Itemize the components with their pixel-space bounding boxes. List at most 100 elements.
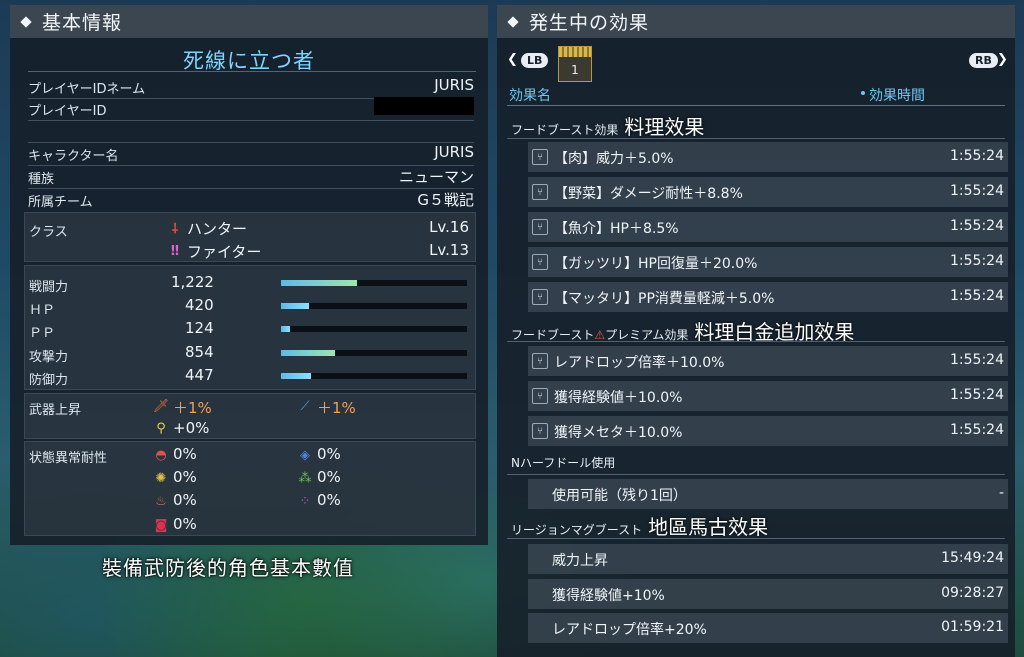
effect-row[interactable]: ⑂ 【肉】威力＋5.0% 1:55:24 xyxy=(528,142,1008,172)
effect-row[interactable]: ⑂ レアドロップ倍率＋10.0% 1:55:24 xyxy=(528,346,1008,376)
food-icon: ⑂ xyxy=(532,423,548,439)
divider xyxy=(507,474,1005,475)
stat-value: 124 xyxy=(185,319,214,337)
player-id-label: プレイヤーID xyxy=(28,104,107,119)
class-block: クラス ⸸ ハンター Lv.16 ‼ ファイター Lv.13 xyxy=(24,212,476,262)
effect-name: 使用可能（残り1回） xyxy=(552,488,687,504)
effect-row[interactable]: ⑂ 【野菜】ダメージ耐性＋8.8% 1:55:24 xyxy=(528,177,1008,207)
resist-value: 0% xyxy=(173,468,197,486)
divider xyxy=(507,138,1005,139)
race-label: 種族 xyxy=(28,172,55,187)
food-icon: ⑂ xyxy=(532,219,548,235)
stat-bar xyxy=(281,280,467,286)
effect-row[interactable]: ⑂ 【ガッツリ】HP回復量＋20.0% 1:55:24 xyxy=(528,247,1008,277)
section-title: フードブースト効果 xyxy=(511,123,619,137)
premium-warning-icon: ⚠ xyxy=(594,328,606,342)
section-title: Nハーフドール使用 xyxy=(511,456,616,470)
rb-button[interactable]: RB xyxy=(969,53,998,68)
effect-name: 【野菜】ダメージ耐性＋8.8% xyxy=(554,186,743,202)
stat-label: ＰＰ xyxy=(29,326,56,341)
effect-row[interactable]: ⑂ 【マッタリ】PP消費量軽減＋5.0% 1:55:24 xyxy=(528,282,1008,312)
weapon-up-melee: ＋1% xyxy=(173,399,212,417)
active-effects-header: 発生中の効果 xyxy=(497,5,1015,38)
section-note: 地區馬古效果 xyxy=(648,515,769,539)
stun-icon: ◙ xyxy=(154,517,168,533)
stat-bar-fill xyxy=(281,303,309,309)
divider xyxy=(507,538,1005,539)
effect-name: 【肉】威力＋5.0% xyxy=(554,151,674,167)
effect-name: 威力上昇 xyxy=(552,553,608,569)
tab-card-stripe xyxy=(559,47,591,57)
stat-bar xyxy=(281,350,467,356)
stat-label: ＨＰ xyxy=(29,303,56,318)
shock-icon: ✺ xyxy=(155,470,167,486)
team-row: 所属チーム G５戦記 xyxy=(28,188,474,210)
effect-time: 15:49:24 xyxy=(941,550,1004,566)
food-icon: ⑂ xyxy=(532,184,548,200)
section-title-suffix: プレミアム効果 xyxy=(605,328,689,342)
poison-icon: ⁂ xyxy=(298,470,312,486)
team-label: 所属チーム xyxy=(28,195,93,210)
effect-time: 1:55:24 xyxy=(950,183,1004,199)
redacted-player-id xyxy=(374,97,474,115)
player-id-name-label: プレイヤーIDネーム xyxy=(28,82,146,97)
divider xyxy=(507,105,1005,106)
race-value: ニューマン xyxy=(398,168,474,186)
resist-value: 0% xyxy=(173,515,197,533)
sub-class-name: ファイター xyxy=(187,243,262,261)
race-row: 種族 ニューマン xyxy=(28,165,474,189)
weapon-up-ranged: ＋1% xyxy=(317,399,356,417)
effect-time: 1:55:24 xyxy=(950,352,1004,368)
hunter-class-icon: ⸸ xyxy=(171,222,179,237)
stat-value: 1,222 xyxy=(171,273,214,291)
virus-icon: ⁘ xyxy=(299,493,311,509)
resist-value: 0% xyxy=(317,491,341,509)
section-title: フードブースト xyxy=(511,328,595,342)
player-id-name-value: JURIS xyxy=(434,76,474,94)
effect-time: 1:55:24 xyxy=(950,387,1004,403)
sword-icon: 🗡 xyxy=(152,398,170,414)
effect-row[interactable]: レアドロップ倍率+20% 01:59:21 xyxy=(528,613,1008,643)
effect-row[interactable]: 獲得経験値+10% 09:28:27 xyxy=(528,579,1008,609)
chevron-left-icon[interactable]: ❮ xyxy=(507,52,518,67)
effect-row[interactable]: 使用可能（残り1回） - xyxy=(528,479,1008,509)
effect-name: 【魚介】HP＋8.5% xyxy=(554,221,679,237)
col-effect-name: 効果名 xyxy=(509,88,551,104)
effect-time: 1:55:24 xyxy=(950,288,1004,304)
effect-time: 1:55:24 xyxy=(950,422,1004,438)
section-title: リージョンマグブースト xyxy=(511,523,643,537)
weapon-up-tech: +0% xyxy=(173,419,210,437)
character-name-value: JURIS xyxy=(434,143,474,161)
effect-row[interactable]: 威力上昇 15:49:24 xyxy=(528,544,1008,574)
col-effect-time: 効果時間 xyxy=(869,88,925,104)
stat-bar xyxy=(281,326,467,332)
main-class-name: ハンター xyxy=(187,220,248,238)
player-id-name-row: プレイヤーIDネーム JURIS xyxy=(28,75,474,99)
stat-bar-fill xyxy=(281,280,358,286)
stat-value: 420 xyxy=(185,296,214,314)
effect-row[interactable]: ⑂ 獲得メセタ＋10.0% 1:55:24 xyxy=(528,416,1008,446)
food-icon: ⑂ xyxy=(532,388,548,404)
stats-block: 戦闘力 1,222 ＨＰ 420 ＰＰ 124 攻撃力 854 防御力 447 xyxy=(24,265,476,390)
basic-info-header: 基本情報 xyxy=(10,5,488,38)
effect-name: 【マッタリ】PP消費量軽減＋5.0% xyxy=(554,291,775,307)
section-note: 料理效果 xyxy=(624,115,705,139)
effect-name: 獲得経験値+10% xyxy=(552,588,665,604)
stat-label: 攻撃力 xyxy=(29,350,69,365)
resist-value: 0% xyxy=(173,445,197,463)
effect-time: 01:59:21 xyxy=(941,619,1004,635)
team-value: G５戦記 xyxy=(417,191,474,209)
effect-time: 1:55:24 xyxy=(950,253,1004,269)
effect-name: 獲得メセタ＋10.0% xyxy=(554,425,683,441)
lb-button[interactable]: LB xyxy=(521,53,549,68)
effect-tab-card[interactable]: 1 xyxy=(558,46,592,82)
section-label: リージョンマグブースト 地區馬古效果 xyxy=(511,511,768,540)
wand-icon: ⚲ xyxy=(156,420,166,436)
class-label: クラス xyxy=(29,225,68,240)
effect-row[interactable]: ⑂ 獲得経験値＋10.0% 1:55:24 xyxy=(528,381,1008,411)
stat-bar xyxy=(281,373,467,379)
tab-count: 1 xyxy=(571,63,579,77)
chevron-right-icon[interactable]: ❯ xyxy=(997,52,1008,67)
effect-row[interactable]: ⑂ 【魚介】HP＋8.5% 1:55:24 xyxy=(528,212,1008,242)
effect-name: レアドロップ倍率＋10.0% xyxy=(554,355,725,371)
